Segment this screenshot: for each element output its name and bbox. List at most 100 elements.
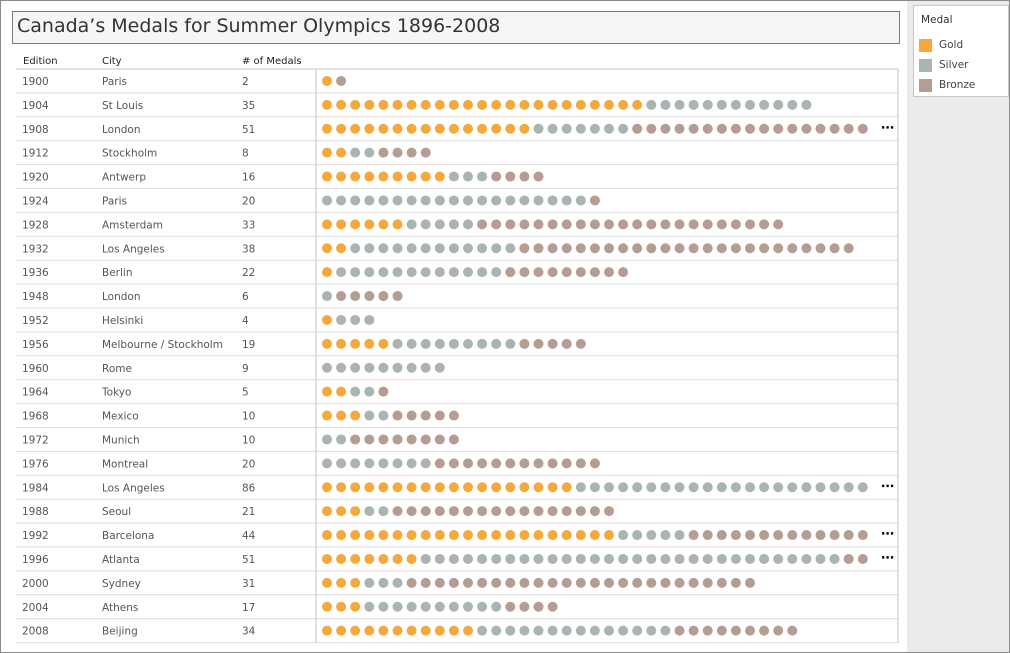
medal-dot-gold bbox=[350, 601, 361, 612]
medal-dot-gold bbox=[322, 99, 332, 110]
medal-dot-gold bbox=[434, 99, 445, 110]
medal-dot-silver bbox=[378, 362, 389, 373]
medal-dot-bronze bbox=[773, 219, 784, 230]
medal-dot-silver bbox=[589, 553, 600, 564]
medal-dot-silver bbox=[801, 482, 812, 493]
medal-dot-bronze bbox=[857, 530, 868, 541]
medal-dot-silver bbox=[434, 195, 445, 206]
medal-dot-bronze bbox=[759, 243, 770, 254]
edition-cell: 1968 bbox=[22, 411, 49, 423]
edition-cell: 1984 bbox=[22, 482, 49, 494]
medal-dot-bronze bbox=[745, 123, 755, 134]
medal-dot-bronze bbox=[448, 506, 459, 517]
edition-cell: 1972 bbox=[22, 434, 49, 446]
medal-dot-silver bbox=[716, 553, 727, 564]
medal-count-cell: 51 bbox=[242, 124, 255, 136]
medal-dot-bronze bbox=[448, 458, 459, 469]
medal-dot-gold bbox=[392, 219, 403, 230]
medal-dot-bronze bbox=[843, 530, 854, 541]
medal-dot-bronze bbox=[392, 434, 403, 445]
medal-dot-gold bbox=[336, 577, 347, 588]
medal-dot-silver bbox=[364, 410, 375, 421]
medal-dot-silver bbox=[674, 482, 685, 493]
medal-dot-gold bbox=[392, 625, 403, 636]
legend-item-gold[interactable]: Gold bbox=[919, 38, 1005, 54]
medal-dot-bronze bbox=[561, 458, 572, 469]
medal-dot-silver bbox=[392, 243, 403, 254]
legend-item-silver[interactable]: Silver bbox=[919, 58, 1005, 74]
medal-dot-silver bbox=[491, 267, 502, 278]
medal-dot-gold bbox=[322, 75, 332, 86]
medal-dot-bronze bbox=[491, 577, 502, 588]
medal-dot-silver bbox=[406, 338, 417, 349]
medal-dot-bronze bbox=[730, 577, 741, 588]
medal-dot-bronze bbox=[702, 123, 713, 134]
legend-item-bronze[interactable]: Bronze bbox=[919, 78, 1005, 94]
edition-cell: 1900 bbox=[22, 76, 49, 88]
medal-dot-bronze bbox=[561, 338, 572, 349]
medal-dot-gold bbox=[463, 482, 473, 493]
medal-dot-silver bbox=[519, 195, 530, 206]
medal-dot-silver bbox=[759, 99, 770, 110]
medal-dot-bronze bbox=[547, 601, 558, 612]
medal-dot-silver bbox=[618, 123, 629, 134]
legend-title: Medal bbox=[921, 14, 953, 26]
city-cell: Sydney bbox=[102, 578, 141, 590]
medal-dot-bronze bbox=[702, 577, 713, 588]
medal-dot-gold bbox=[322, 267, 332, 278]
medal-dot-bronze bbox=[730, 219, 741, 230]
city-cell: London bbox=[102, 124, 141, 136]
medal-dot-silver bbox=[406, 267, 417, 278]
medal-dot-bronze bbox=[463, 506, 473, 517]
medal-dot-bronze bbox=[561, 267, 572, 278]
city-cell: Barcelona bbox=[102, 530, 154, 542]
medal-dot-silver bbox=[491, 553, 502, 564]
medal-dot-bronze bbox=[561, 577, 572, 588]
medal-dot-gold bbox=[364, 219, 375, 230]
medal-dot-silver bbox=[448, 267, 459, 278]
medal-dot-bronze bbox=[547, 458, 558, 469]
medal-dot-bronze bbox=[688, 625, 699, 636]
medal-dot-bronze bbox=[801, 530, 812, 541]
medal-dot-bronze bbox=[589, 506, 600, 517]
edition-cell: 1988 bbox=[22, 506, 49, 518]
medal-dot-gold bbox=[364, 625, 375, 636]
medal-dot-silver bbox=[378, 243, 389, 254]
medal-dot-gold bbox=[448, 530, 459, 541]
medal-dot-gold bbox=[378, 99, 389, 110]
medal-dot-silver bbox=[364, 506, 375, 517]
medal-dot-bronze bbox=[519, 601, 530, 612]
medal-dot-gold bbox=[477, 530, 488, 541]
medal-dot-gold bbox=[533, 530, 544, 541]
medal-dot-gold bbox=[434, 123, 445, 134]
medal-dot-gold bbox=[406, 625, 417, 636]
medal-dot-bronze bbox=[660, 577, 671, 588]
medal-dot-gold bbox=[322, 123, 332, 134]
medal-dot-silver bbox=[674, 99, 685, 110]
medal-dot-gold bbox=[336, 243, 347, 254]
medal-dot-bronze bbox=[406, 506, 417, 517]
medal-dot-bronze bbox=[787, 123, 798, 134]
medal-dot-gold bbox=[350, 123, 361, 134]
medal-dot-silver bbox=[378, 458, 389, 469]
medal-dot-gold bbox=[322, 625, 332, 636]
medal-dot-gold bbox=[364, 530, 375, 541]
medal-dot-silver bbox=[420, 601, 431, 612]
edition-cell: 1924 bbox=[22, 195, 49, 207]
medal-dot-bronze bbox=[519, 243, 530, 254]
medal-dot-silver bbox=[322, 195, 332, 206]
medal-count-cell: 2 bbox=[242, 76, 249, 88]
medal-dot-silver bbox=[688, 553, 699, 564]
medal-dot-silver bbox=[322, 291, 332, 302]
medal-dot-silver bbox=[674, 530, 685, 541]
legend-swatch-silver bbox=[919, 59, 932, 72]
medal-dot-silver bbox=[463, 601, 473, 612]
medal-dot-bronze bbox=[575, 577, 586, 588]
medal-dot-gold bbox=[463, 123, 473, 134]
medal-dot-silver bbox=[533, 625, 544, 636]
medal-dot-bronze bbox=[392, 506, 403, 517]
medal-dot-bronze bbox=[773, 530, 784, 541]
medal-dot-gold bbox=[322, 219, 332, 230]
medal-dot-gold bbox=[350, 482, 361, 493]
medal-dot-silver bbox=[716, 482, 727, 493]
